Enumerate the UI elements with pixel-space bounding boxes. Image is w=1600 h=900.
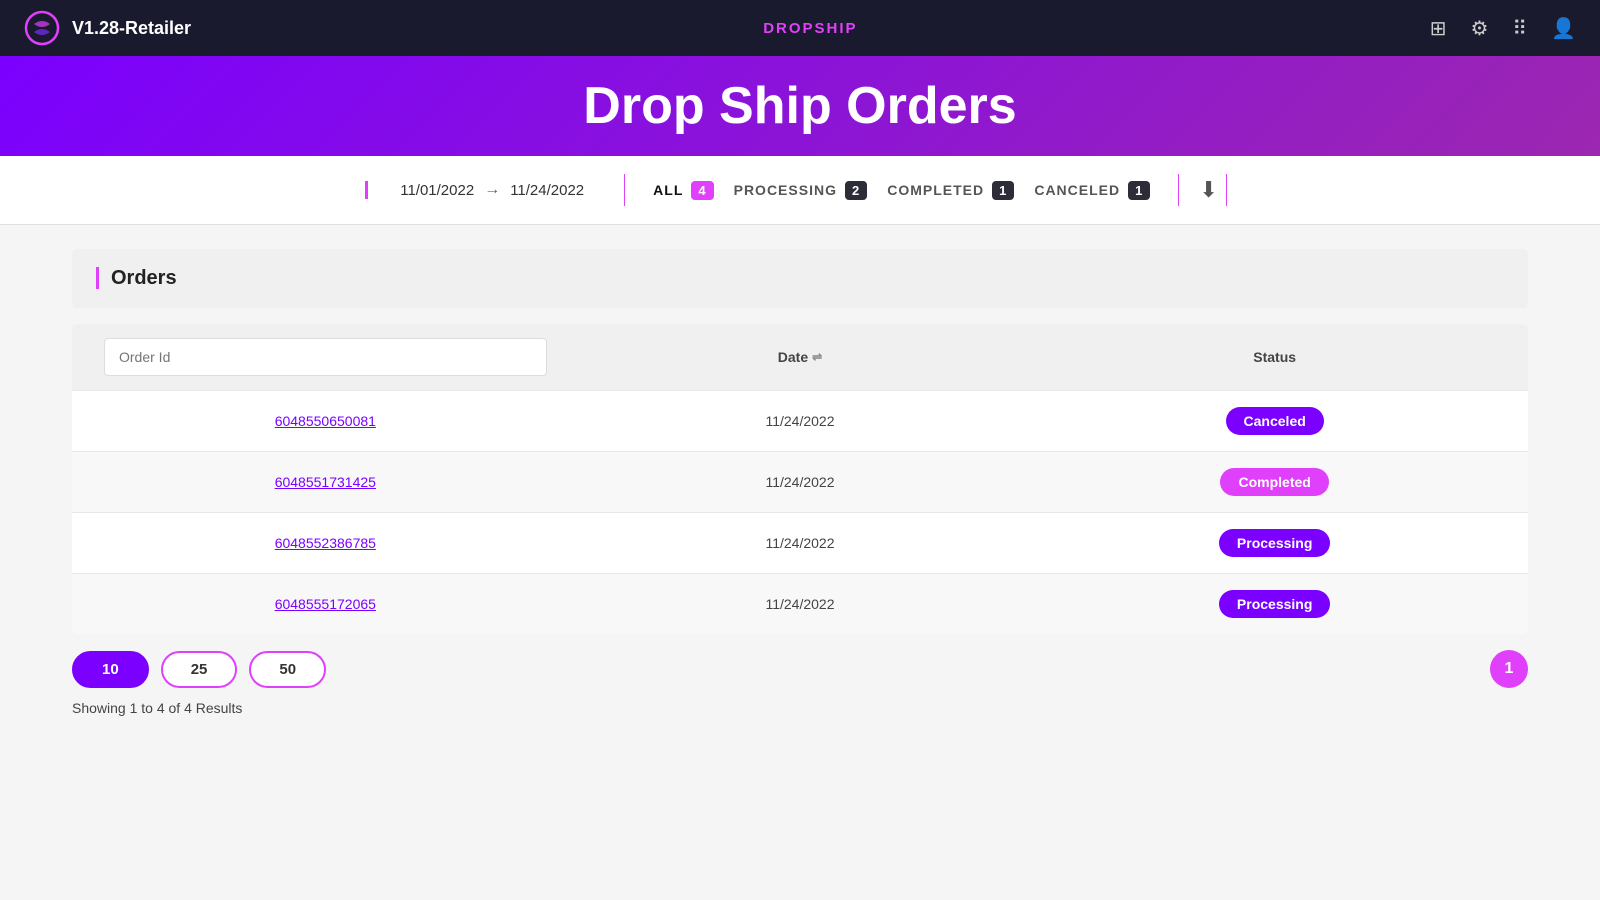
- pagination-row: 10 25 50 1: [72, 634, 1528, 692]
- table-header: Date ⇌ Status: [72, 324, 1528, 390]
- table-row: 6048550650081 11/24/2022 Canceled: [72, 390, 1528, 451]
- cell-status: Processing: [1037, 574, 1512, 634]
- download-icon[interactable]: ⬇: [1199, 177, 1217, 203]
- table-row: 6048551731425 11/24/2022 Completed: [72, 451, 1528, 512]
- cell-order-id: 6048555172065: [88, 580, 563, 628]
- table-body: 6048550650081 11/24/2022 Canceled 604855…: [72, 390, 1528, 634]
- cell-date: 11/24/2022: [563, 458, 1038, 506]
- cell-date: 11/24/2022: [563, 580, 1038, 628]
- table-row: 6048555172065 11/24/2022 Processing: [72, 573, 1528, 634]
- filter-badge-processing: 2: [845, 181, 867, 200]
- order-id-link[interactable]: 6048555172065: [275, 596, 376, 612]
- filter-badge-completed: 1: [992, 181, 1014, 200]
- status-badge: Canceled: [1226, 407, 1324, 435]
- filter-tab-all-label: ALL: [653, 182, 683, 198]
- orders-panel-title: Orders: [96, 267, 177, 289]
- showing-text: Showing 1 to 4 of 4 Results: [72, 700, 1528, 716]
- per-page-25-button[interactable]: 25: [161, 651, 238, 688]
- filter-badge-canceled: 1: [1128, 181, 1150, 200]
- app-title: V1.28-Retailer: [72, 18, 191, 39]
- date-range-filter: 11/01/2022 → 11/24/2022: [365, 181, 616, 199]
- filter-tab-completed[interactable]: COMPLETED 1: [887, 181, 1014, 200]
- filter-tab-all[interactable]: ALL 4: [653, 181, 713, 200]
- cell-date: 11/24/2022: [563, 519, 1038, 567]
- date-from[interactable]: 11/01/2022: [400, 182, 474, 199]
- cell-status: Canceled: [1037, 391, 1512, 451]
- top-navigation: V1.28-Retailer DROPSHIP ⊞ ⚙ ⠿ 👤: [0, 0, 1600, 56]
- filter-tab-canceled-label: CANCELED: [1034, 182, 1120, 198]
- logo-icon: [24, 10, 60, 46]
- per-page-10-button[interactable]: 10: [72, 651, 149, 688]
- cell-order-id: 6048552386785: [88, 519, 563, 567]
- page-title: Drop Ship Orders: [583, 76, 1016, 136]
- cell-order-id: 6048550650081: [88, 397, 563, 445]
- page-1-button[interactable]: 1: [1490, 650, 1528, 688]
- cell-date: 11/24/2022: [563, 397, 1038, 445]
- order-id-link[interactable]: 6048551731425: [275, 474, 376, 490]
- date-sort-icon[interactable]: ⇌: [812, 350, 822, 364]
- settings-icon[interactable]: ⚙: [1470, 16, 1488, 41]
- filter-tab-completed-label: COMPLETED: [887, 182, 984, 198]
- filter-separator-3: [1226, 174, 1227, 206]
- main-content: Orders Date ⇌ Status 6048550650081 11/24…: [0, 225, 1600, 740]
- cell-order-id: 6048551731425: [88, 458, 563, 506]
- order-id-link[interactable]: 6048550650081: [275, 413, 376, 429]
- apps-icon[interactable]: ⠿: [1512, 16, 1527, 41]
- column-date: Date ⇌: [563, 324, 1038, 390]
- order-id-link[interactable]: 6048552386785: [275, 535, 376, 551]
- filters-bar: 11/01/2022 → 11/24/2022 ALL 4 PROCESSING…: [0, 156, 1600, 225]
- nav-left: V1.28-Retailer: [24, 10, 191, 46]
- filter-tabs: ALL 4 PROCESSING 2 COMPLETED 1 CANCELED …: [633, 181, 1170, 200]
- status-badge: Processing: [1219, 590, 1330, 618]
- orders-table: Date ⇌ Status 6048550650081 11/24/2022 C…: [72, 324, 1528, 634]
- per-page-buttons: 10 25 50: [72, 651, 326, 688]
- column-status: Status: [1037, 324, 1512, 390]
- nav-center-label: DROPSHIP: [763, 20, 857, 37]
- table-row: 6048552386785 11/24/2022 Processing: [72, 512, 1528, 573]
- page-numbers: 1: [1490, 650, 1528, 688]
- table-icon[interactable]: ⊞: [1430, 16, 1447, 41]
- filter-separator: [624, 174, 625, 206]
- date-to[interactable]: 11/24/2022: [510, 182, 584, 199]
- filter-badge-all: 4: [691, 181, 713, 200]
- column-order-id: [88, 324, 563, 390]
- cell-status: Completed: [1037, 452, 1512, 512]
- per-page-left: 10 25 50: [72, 651, 326, 688]
- nav-right: ⊞ ⚙ ⠿ 👤: [1430, 16, 1576, 41]
- filter-tab-processing-label: PROCESSING: [734, 182, 837, 198]
- cell-status: Processing: [1037, 513, 1512, 573]
- filter-tab-processing[interactable]: PROCESSING 2: [734, 181, 868, 200]
- arrow-icon: →: [484, 181, 500, 199]
- status-badge: Completed: [1220, 468, 1328, 496]
- order-id-search-input[interactable]: [104, 338, 547, 376]
- status-badge: Processing: [1219, 529, 1330, 557]
- per-page-50-button[interactable]: 50: [249, 651, 326, 688]
- user-icon[interactable]: 👤: [1551, 16, 1576, 41]
- filter-tab-canceled[interactable]: CANCELED 1: [1034, 181, 1150, 200]
- filter-separator-2: [1178, 174, 1179, 206]
- page-header: Drop Ship Orders: [0, 56, 1600, 156]
- orders-panel: Orders: [72, 249, 1528, 308]
